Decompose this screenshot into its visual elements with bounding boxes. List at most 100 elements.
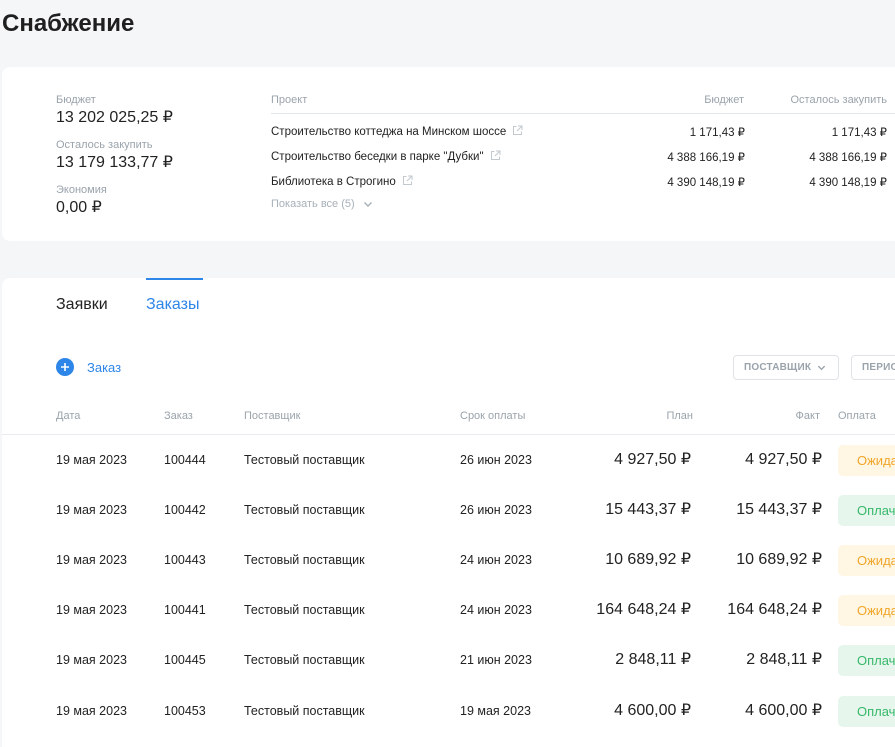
project-budget: 1 171,43 ₽ [689,127,745,139]
project-row: Строительство беседки в парке "Дубки" 4 … [271,150,745,166]
order-date: 19 мая 2023 [56,453,127,467]
project-name[interactable]: Строительство коттеджа на Минском шоссе [271,126,506,138]
order-plan: 4 600,00 ₽ [614,702,691,719]
order-due-date: 24 июн 2023 [460,553,532,567]
table-row[interactable]: 19 мая 2023 100441 Тестовый поставщик 24… [2,585,895,635]
project-name-wrap: Строительство коттеджа на Минском шоссе [271,125,523,138]
order-plan: 4 927,50 ₽ [614,451,691,468]
order-supplier: Тестовый поставщик [244,603,365,617]
plus-icon [56,358,74,376]
order-number: 100442 [164,503,206,517]
order-date: 19 мая 2023 [56,704,127,718]
project-row: Строительство коттеджа на Минском шоссе … [271,125,745,141]
project-name-wrap: Строительство беседки в парке "Дубки" [271,150,501,163]
table-row[interactable]: 19 мая 2023 100442 Тестовый поставщик 26… [2,485,895,535]
order-date: 19 мая 2023 [56,653,127,667]
orders-card: Заявки Заказы Заказ ПОСТАВЩИК ПЕРИОД Дат… [2,278,895,747]
order-due-date: 21 июн 2023 [460,653,532,667]
show-all-projects-link[interactable]: Показать все (5) [271,198,373,210]
order-due-date: 26 июн 2023 [460,453,532,467]
project-budget: 4 388 166,19 ₽ [667,152,745,164]
tab-requests[interactable]: Заявки [56,296,108,318]
savings-value: 0,00 ₽ [56,199,102,216]
add-order-button[interactable]: Заказ [56,358,121,376]
payment-status-badge: Оплачен [838,645,895,676]
order-supplier: Тестовый поставщик [244,453,365,467]
table-row[interactable]: 19 мая 2023 100443 Тестовый поставщик 24… [2,535,895,585]
chevron-down-icon [363,202,372,207]
order-number: 100441 [164,603,206,617]
order-fact: 4 927,50 ₽ [745,451,822,468]
budget-stat: Бюджет 13 202 025,25 ₽ [56,94,173,127]
column-header-plan[interactable]: План [666,410,693,422]
table-row[interactable]: 19 мая 2023 100453 Тестовый поставщик 19… [2,686,895,736]
projects-divider [271,113,895,114]
order-plan: 10 689,92 ₽ [605,551,691,568]
order-due-date: 24 июн 2023 [460,603,532,617]
order-number: 100443 [164,553,206,567]
order-number: 100445 [164,653,206,667]
project-name[interactable]: Библиотека в Строгино [271,176,396,188]
order-fact: 164 648,24 ₽ [727,601,822,618]
project-remaining: 4 388 166,19 ₽ [809,152,887,164]
period-filter-label: ПЕРИОД [862,362,895,373]
column-header-order[interactable]: Заказ [164,410,193,422]
period-filter-button[interactable]: ПЕРИОД [851,355,895,380]
order-due-date: 19 мая 2023 [460,704,531,718]
summary-card: Бюджет 13 202 025,25 ₽ Осталось закупить… [2,67,895,241]
order-due-date: 26 июн 2023 [460,503,532,517]
payment-status-badge: Ожидает [838,445,895,476]
active-tab-indicator [146,278,203,280]
project-remaining: 1 171,43 ₽ [831,127,887,139]
order-number: 100453 [164,704,206,718]
order-fact: 4 600,00 ₽ [745,702,822,719]
order-supplier: Тестовый поставщик [244,653,365,667]
order-plan: 2 848,11 ₽ [615,651,691,668]
savings-label: Экономия [56,184,107,196]
projects-header-budget: Бюджет [704,94,744,106]
budget-label: Бюджет [56,94,96,106]
chevron-down-icon [818,365,826,371]
projects-header-remaining: Осталось закупить [790,94,887,106]
savings-stat: Экономия 0,00 ₽ [56,184,107,217]
table-row[interactable]: 19 мая 2023 100445 Тестовый поставщик 21… [2,635,895,685]
order-date: 19 мая 2023 [56,503,127,517]
budget-value: 13 202 025,25 ₽ [56,109,173,126]
order-date: 19 мая 2023 [56,603,127,617]
project-row: Библиотека в Строгино 4 390 148,19 ₽ [271,175,745,191]
external-link-icon[interactable] [490,150,501,161]
order-plan: 164 648,24 ₽ [596,601,691,618]
order-fact: 15 443,37 ₽ [736,501,822,518]
page: Снабжение Бюджет 13 202 025,25 ₽ Осталос… [0,0,895,747]
order-supplier: Тестовый поставщик [244,503,365,517]
page-title: Снабжение [2,10,135,37]
order-supplier: Тестовый поставщик [244,704,365,718]
column-header-payment[interactable]: Оплата [838,410,876,422]
remaining-label: Осталось закупить [56,139,153,151]
order-supplier: Тестовый поставщик [244,553,365,567]
external-link-icon[interactable] [512,125,523,136]
supplier-filter-label: ПОСТАВЩИК [744,362,812,373]
project-remaining: 4 390 148,19 ₽ [809,177,887,189]
projects-header-project: Проект [271,94,308,106]
payment-status-badge: Ожидает [838,595,895,626]
add-order-label: Заказ [87,359,122,375]
column-header-supplier[interactable]: Поставщик [244,410,300,422]
order-fact: 2 848,11 ₽ [746,651,822,668]
table-row[interactable]: 19 мая 2023 100444 Тестовый поставщик 26… [2,435,895,485]
payment-status-badge: Ожидает [838,545,895,576]
order-plan: 15 443,37 ₽ [605,501,691,518]
order-date: 19 мая 2023 [56,553,127,567]
project-name-wrap: Библиотека в Строгино [271,175,413,188]
column-header-date[interactable]: Дата [56,410,80,422]
order-fact: 10 689,92 ₽ [736,551,822,568]
column-header-due[interactable]: Срок оплаты [460,410,525,422]
tab-orders[interactable]: Заказы [146,296,199,318]
project-name[interactable]: Строительство беседки в парке "Дубки" [271,151,484,163]
remaining-stat: Осталось закупить 13 179 133,77 ₽ [56,139,173,172]
payment-status-badge: Оплачен [838,696,895,727]
external-link-icon[interactable] [402,175,413,186]
column-header-fact[interactable]: Факт [796,410,820,422]
order-number: 100444 [164,453,206,467]
supplier-filter-button[interactable]: ПОСТАВЩИК [733,355,839,380]
